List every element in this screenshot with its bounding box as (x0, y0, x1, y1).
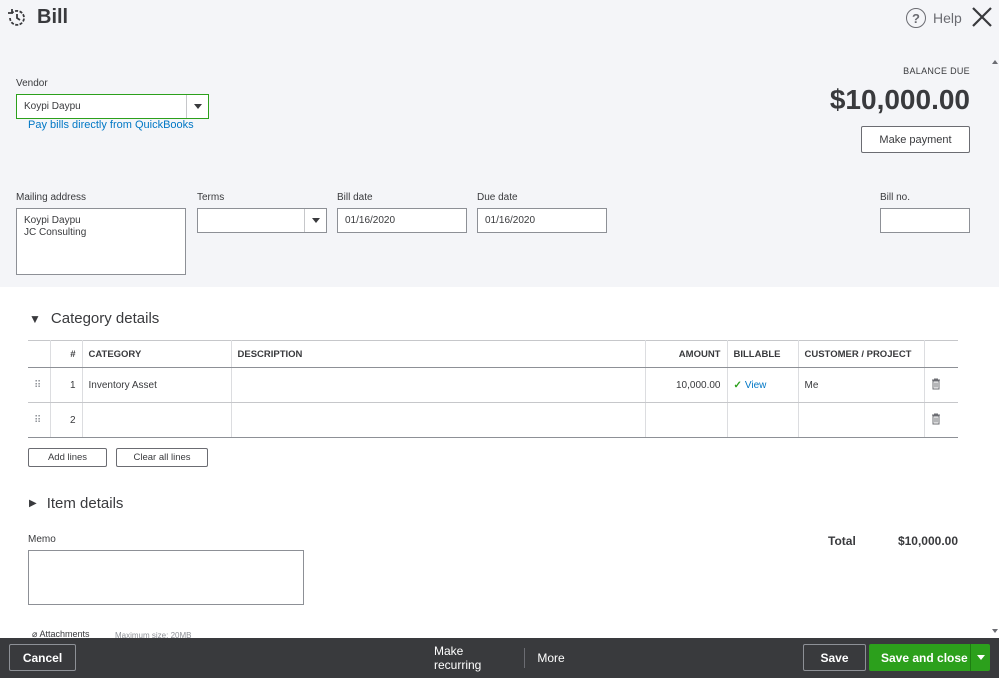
vendor-select[interactable]: Koypi Daypu (16, 94, 209, 119)
recent-history-icon[interactable] (6, 7, 28, 29)
amount-cell[interactable] (645, 402, 728, 438)
category-header: CATEGORY (82, 340, 232, 368)
make-payment-button[interactable]: Make payment (861, 126, 970, 153)
chevron-down-icon (193, 104, 202, 109)
row-number: 1 (50, 367, 83, 403)
bill-no-label: Bill no. (880, 192, 911, 203)
total-label: Total (828, 534, 856, 548)
bill-date-value: 01/16/2020 (345, 215, 396, 226)
footer-bar: Cancel Make recurring More Save Save and… (0, 638, 999, 678)
customer-header: CUSTOMER / PROJECT (798, 340, 925, 368)
grip-header (28, 340, 51, 368)
num-header: # (50, 340, 83, 368)
item-details-toggle[interactable]: ▶ Item details (29, 495, 123, 512)
save-and-close-label: Save and close (881, 650, 968, 665)
footer-divider (524, 648, 525, 668)
billable-cell[interactable]: ✓ View (727, 367, 799, 403)
help-icon: ? (906, 8, 926, 28)
help-label: Help (933, 10, 962, 26)
balance-due-label: BALANCE DUE (903, 66, 970, 76)
trash-icon (931, 378, 940, 389)
balance-due-amount: $10,000.00 (829, 84, 970, 115)
terms-select[interactable] (197, 208, 327, 233)
delete-row-button[interactable] (924, 367, 958, 403)
table-row[interactable]: ⠿ 2 (28, 402, 958, 438)
row-number: 2 (50, 402, 83, 438)
pay-bills-link[interactable]: Pay bills directly from QuickBooks (28, 119, 194, 131)
terms-label: Terms (197, 192, 225, 203)
description-cell[interactable] (231, 402, 646, 438)
make-recurring-button[interactable]: Make recurring (434, 644, 514, 672)
memo-textarea[interactable] (28, 550, 304, 605)
description-cell[interactable] (231, 367, 646, 403)
clear-all-lines-button[interactable]: Clear all lines (116, 448, 208, 467)
drag-handle-icon[interactable]: ⠿ (28, 402, 51, 438)
actions-header (924, 340, 958, 368)
trash-icon (931, 413, 940, 424)
delete-row-button[interactable] (924, 402, 958, 438)
vendor-value: Koypi Daypu (24, 101, 81, 112)
caret-right-icon: ▶ (29, 498, 37, 509)
due-date-value: 01/16/2020 (485, 215, 536, 226)
category-details-toggle[interactable]: ▼ Category details (29, 310, 159, 327)
memo-label: Memo (28, 534, 56, 545)
bill-no-field[interactable] (880, 208, 970, 233)
add-lines-button[interactable]: Add lines (28, 448, 107, 467)
vendor-label: Vendor (16, 78, 48, 89)
mailing-address-label: Mailing address (16, 192, 87, 203)
scroll-down-icon[interactable] (992, 629, 998, 633)
category-table: # CATEGORY DESCRIPTION AMOUNT BILLABLE C… (28, 340, 958, 438)
mailing-address-field[interactable]: Koypi Daypu JC Consulting (16, 208, 186, 275)
checkmark-icon: ✓ (733, 379, 742, 391)
chevron-down-icon (976, 655, 985, 660)
save-button[interactable]: Save (803, 644, 866, 671)
category-cell[interactable] (82, 402, 232, 438)
item-details-title: Item details (46, 495, 124, 512)
scroll-up-icon[interactable] (992, 60, 998, 64)
customer-cell[interactable]: Me (798, 367, 925, 403)
save-and-close-button[interactable]: Save and close (869, 644, 990, 671)
mailing-line-2: JC Consulting (24, 227, 87, 238)
help-button[interactable]: ? Help (906, 8, 962, 28)
save-options-dropdown[interactable] (970, 644, 990, 671)
cancel-button[interactable]: Cancel (9, 644, 76, 671)
page-title: Bill (37, 6, 69, 28)
billable-header: BILLABLE (727, 340, 799, 368)
table-header-row: # CATEGORY DESCRIPTION AMOUNT BILLABLE C… (28, 340, 958, 368)
mailing-line-1: Koypi Daypu (24, 215, 81, 226)
amount-header: AMOUNT (645, 340, 728, 368)
bill-date-field[interactable]: 01/16/2020 (337, 208, 467, 233)
customer-cell[interactable] (798, 402, 925, 438)
chevron-down-icon (311, 218, 320, 223)
billable-cell[interactable] (727, 402, 799, 438)
more-button[interactable]: More (536, 644, 566, 671)
due-date-label: Due date (477, 192, 518, 203)
table-row[interactable]: ⠿ 1 Inventory Asset 10,000.00 ✓ View Me (28, 367, 958, 403)
view-link[interactable]: View (745, 380, 767, 391)
description-header: DESCRIPTION (231, 340, 646, 368)
category-cell[interactable]: Inventory Asset (82, 367, 232, 403)
caret-down-icon: ▼ (29, 311, 41, 326)
bill-date-label: Bill date (337, 192, 373, 203)
vendor-dropdown-button[interactable] (186, 95, 208, 118)
category-details-title: Category details (50, 310, 160, 327)
terms-dropdown-button[interactable] (304, 209, 326, 232)
due-date-field[interactable]: 01/16/2020 (477, 208, 607, 233)
total-value: $10,000.00 (897, 534, 958, 548)
drag-handle-icon[interactable]: ⠿ (28, 367, 51, 403)
amount-cell[interactable]: 10,000.00 (645, 367, 728, 403)
close-icon[interactable] (970, 5, 994, 29)
